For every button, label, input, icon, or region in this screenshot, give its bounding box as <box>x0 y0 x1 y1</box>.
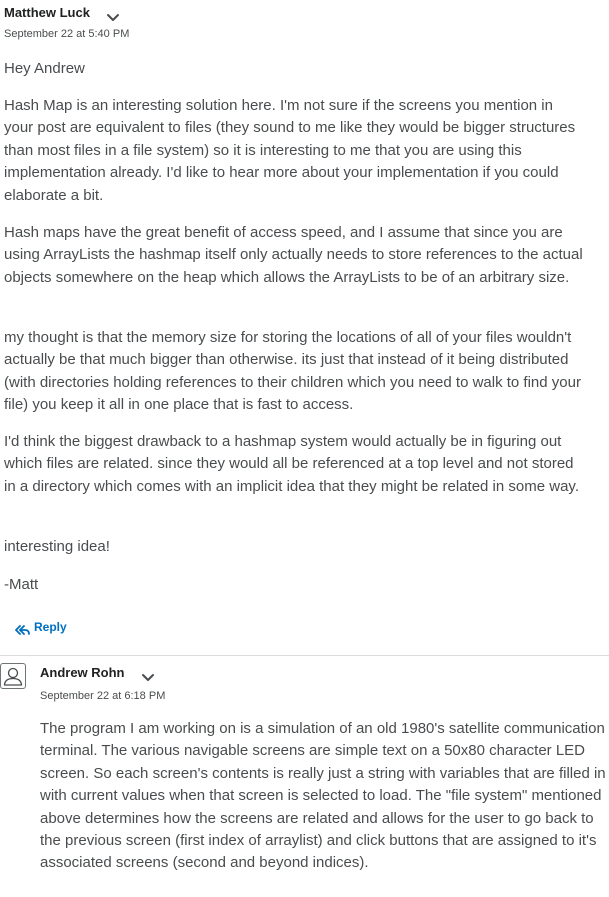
author-name[interactable]: Andrew Rohn <box>40 665 125 680</box>
post-header: Matthew Luck <box>4 2 120 22</box>
post-header: Andrew Rohn <box>40 662 155 682</box>
author-name[interactable]: Matthew Luck <box>4 5 90 20</box>
chevron-down-icon[interactable] <box>106 10 120 21</box>
post-timestamp: September 22 at 6:18 PM <box>40 690 166 702</box>
reply-arrow-icon <box>14 622 30 635</box>
post-greeting: Hey Andrew <box>4 60 85 77</box>
chevron-down-icon[interactable] <box>141 670 155 681</box>
post-paragraph: my thought is that the memory size for s… <box>4 329 581 414</box>
post-paragraph: The program I am working on is a simulat… <box>40 720 606 872</box>
post-paragraph: interesting idea! <box>4 538 110 555</box>
post-divider <box>0 655 609 656</box>
post-paragraph: Hash maps have the great benefit of acce… <box>4 224 583 286</box>
reply-label: Reply <box>34 620 67 634</box>
post-timestamp: September 22 at 5:40 PM <box>4 28 130 40</box>
post-paragraph: Hash Map is an interesting solution here… <box>4 97 576 204</box>
user-avatar-icon[interactable] <box>0 663 26 689</box>
reply-button[interactable]: Reply <box>14 620 67 635</box>
post-paragraph: I'd think the biggest drawback to a hash… <box>4 433 579 495</box>
post-signature: -Matt <box>4 576 39 593</box>
